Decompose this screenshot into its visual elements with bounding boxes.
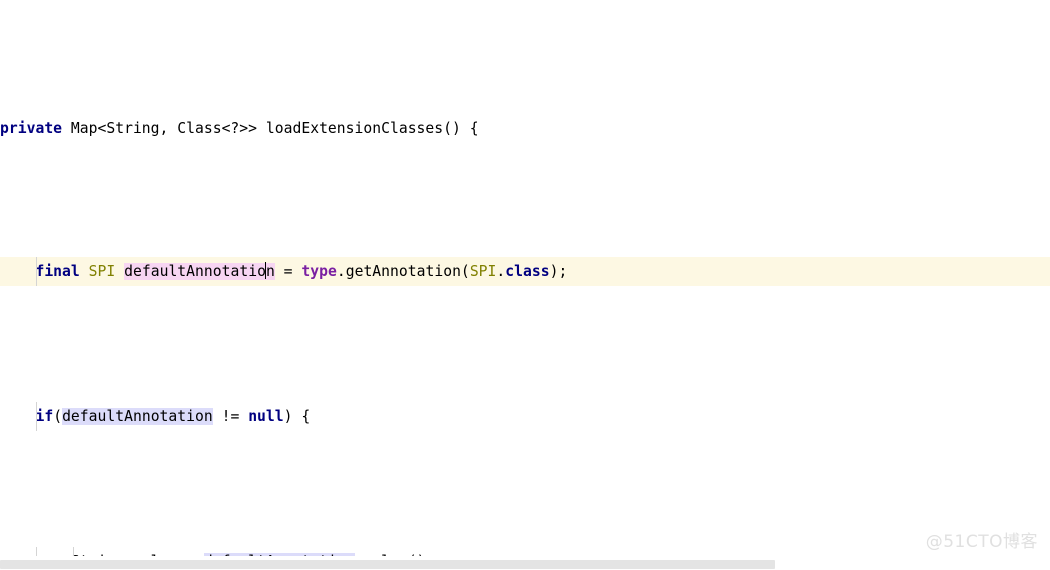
code-line-current[interactable]: final SPI defaultAnnotation = type.getAn… <box>0 257 1050 286</box>
code-text-area[interactable]: private Map<String, Class<?>> loadExtens… <box>0 0 1050 556</box>
horizontal-scrollbar[interactable] <box>0 558 1050 570</box>
token-text: ( <box>53 408 63 425</box>
occurrence-highlight[interactable]: defaultAnnotation <box>62 408 213 425</box>
token-keyword: null <box>248 408 284 425</box>
indent-guide <box>36 402 37 431</box>
indent-guide <box>36 257 37 286</box>
token-annotation: SPI <box>469 263 497 280</box>
token-text: ) { <box>283 408 311 425</box>
token-field: type <box>301 263 337 280</box>
token-text: Map<String, Class<?>> loadExtensionClass… <box>62 120 479 137</box>
token-keyword: final <box>35 263 80 280</box>
token-text: String value = <box>71 553 204 556</box>
code-line[interactable]: private Map<String, Class<?>> loadExtens… <box>0 116 1050 141</box>
token-text: ); <box>549 263 568 280</box>
code-line[interactable]: if(defaultAnnotation != null) { <box>0 402 1050 431</box>
horizontal-scrollbar-thumb[interactable] <box>0 560 775 569</box>
text-caret <box>265 262 267 279</box>
indent-guide <box>73 547 74 556</box>
code-editor[interactable]: private Map<String, Class<?>> loadExtens… <box>0 0 1050 570</box>
indent-guide <box>36 547 37 556</box>
caret-identifier-highlight[interactable]: defaultAnnotation <box>124 262 275 280</box>
token-keyword: private <box>0 120 63 137</box>
occurrence-highlight[interactable]: defaultAnnotation <box>203 553 355 556</box>
token-text: = <box>274 263 302 280</box>
token-text: != <box>212 408 249 425</box>
token-text: . <box>496 263 506 280</box>
token-annotation: SPI <box>88 263 116 280</box>
token-keyword: if <box>35 408 54 425</box>
watermark-label: @51CTO博客 <box>925 532 1038 552</box>
token-text: .getAnnotation( <box>336 263 470 280</box>
token-keyword: class <box>505 263 550 280</box>
code-line[interactable]: String value = defaultAnnotation.value()… <box>0 547 1050 556</box>
token-text: .value(); <box>355 553 435 556</box>
